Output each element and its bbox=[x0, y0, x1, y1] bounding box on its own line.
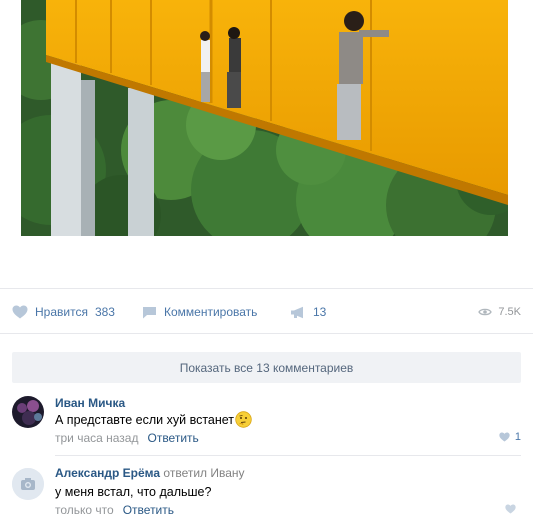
comment-divider bbox=[55, 455, 521, 456]
comment-author[interactable]: Александр Ерёма bbox=[55, 466, 160, 480]
heart-icon bbox=[12, 305, 28, 319]
eye-icon bbox=[478, 307, 493, 317]
comment-item: Александр Ерёма ответил Ивану у меня вст… bbox=[0, 462, 533, 519]
heart-icon bbox=[505, 504, 516, 514]
photo-scene bbox=[21, 0, 508, 236]
comment-label: Комментировать bbox=[164, 305, 258, 319]
avatar[interactable] bbox=[12, 468, 44, 500]
reply-button[interactable]: Ответить bbox=[123, 503, 174, 517]
post-photo[interactable] bbox=[21, 0, 508, 236]
show-all-comments-button[interactable]: Показать все 13 комментариев bbox=[12, 352, 521, 383]
comment-like-button[interactable]: 1 bbox=[499, 431, 521, 443]
comment-text-body: А представте если хуй встанет bbox=[55, 412, 235, 427]
like-count: 383 bbox=[94, 305, 115, 319]
like-label: Нравится bbox=[35, 305, 88, 319]
comment-time[interactable]: три часа назад bbox=[55, 431, 138, 445]
comment-item: Иван Мичка А представте если хуй встанет… bbox=[0, 392, 533, 452]
comment-icon bbox=[142, 306, 157, 319]
share-button[interactable]: 13 bbox=[290, 289, 326, 335]
like-button[interactable]: Нравится 383 bbox=[12, 289, 115, 335]
thinking-face-icon bbox=[235, 411, 252, 428]
comment-meta: только что Ответить bbox=[55, 503, 174, 517]
avatar[interactable] bbox=[12, 396, 44, 428]
comment-text: А представте если хуй встанет bbox=[55, 411, 252, 428]
post-actions-bar: Нравится 383 Комментировать 13 7.5K bbox=[0, 288, 533, 334]
comment-like-button[interactable] bbox=[505, 504, 521, 514]
replied-to-link[interactable]: ответил Ивану bbox=[163, 466, 244, 480]
heart-icon bbox=[499, 432, 510, 442]
reply-button[interactable]: Ответить bbox=[147, 431, 198, 445]
comment-text: у меня встал, что дальше? bbox=[55, 485, 212, 499]
comment-meta: три часа назад Ответить bbox=[55, 431, 199, 445]
comment-like-count: 1 bbox=[514, 431, 521, 443]
views-counter: 7.5K bbox=[478, 289, 521, 335]
comment-author[interactable]: Иван Мичка bbox=[55, 396, 125, 410]
megaphone-icon bbox=[290, 306, 306, 319]
share-count: 13 bbox=[313, 305, 327, 319]
comment-button[interactable]: Комментировать bbox=[142, 289, 257, 335]
views-count: 7.5K bbox=[498, 306, 521, 318]
comment-time[interactable]: только что bbox=[55, 503, 114, 517]
comment-author-line: Александр Ерёма ответил Ивану bbox=[55, 466, 245, 480]
